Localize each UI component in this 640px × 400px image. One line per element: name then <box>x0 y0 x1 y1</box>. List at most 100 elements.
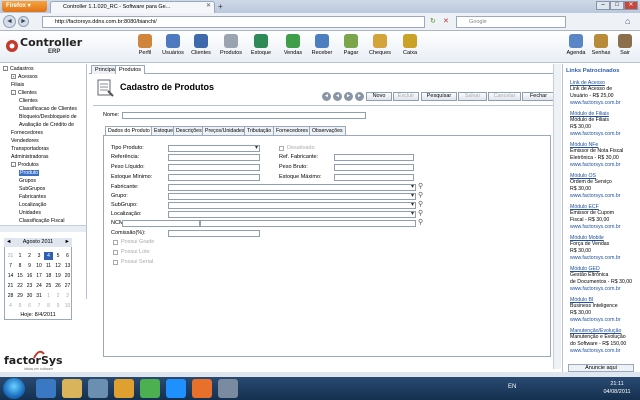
minimize-window-icon[interactable]: – <box>596 1 610 10</box>
calendar-day[interactable]: 11 <box>44 262 53 270</box>
calendar-day[interactable]: 24 <box>35 282 44 290</box>
home-icon[interactable]: ⌂ <box>625 16 630 26</box>
subgrupo-select[interactable] <box>168 201 416 209</box>
ad-url-link[interactable]: www.factorsys.com.br <box>570 162 620 168</box>
calendar-prev-icon[interactable]: ◄ <box>6 238 11 247</box>
toolbar-receber[interactable]: Receber <box>308 34 336 62</box>
fabricante-search-icon[interactable]: ⚲ <box>418 182 423 190</box>
toolbar-pagar[interactable]: Pagar <box>337 34 365 62</box>
calendar-day[interactable]: 10 <box>35 262 44 270</box>
close-tab-icon[interactable]: ✕ <box>206 2 211 9</box>
tab-observacoes[interactable]: Observações <box>309 126 346 135</box>
calendar-day[interactable]: 25 <box>44 282 53 290</box>
salvar-button[interactable]: Salvar <box>458 92 487 101</box>
calendar-day[interactable]: 15 <box>16 272 25 280</box>
tree-item[interactable]: Classificacao de Clientes <box>19 106 77 112</box>
localizacao-select[interactable] <box>168 210 416 218</box>
tab-descricoes[interactable]: Descrições <box>173 126 205 135</box>
tree-item[interactable]: Administradoras <box>11 154 48 160</box>
tree-item[interactable]: Unidades <box>19 210 41 216</box>
estoque-minimo-input[interactable] <box>168 174 260 181</box>
toolbar-caixa[interactable]: Caixa <box>396 34 424 62</box>
calendar-today[interactable]: Hoje: 8/4/2011 <box>4 312 72 318</box>
calendar-day[interactable]: 17 <box>35 272 44 280</box>
calendar-day[interactable]: 2 <box>25 252 34 260</box>
localizacao-search-icon[interactable]: ⚲ <box>418 209 423 217</box>
tree-item[interactable]: Localização <box>19 202 46 208</box>
calendar-day[interactable]: 10 <box>63 302 72 310</box>
calendar-day[interactable]: 7 <box>35 302 44 310</box>
ncm-search-icon[interactable]: ⚲ <box>418 218 423 226</box>
explorer-taskbar-icon[interactable] <box>62 379 82 398</box>
last-record-icon[interactable]: ► <box>355 92 364 101</box>
ad-url-link[interactable]: www.factorsys.com.br <box>570 193 620 199</box>
cancelar-button[interactable]: Cancelar <box>488 92 521 101</box>
anuncie-aqui-button[interactable]: Anuncie aqui <box>568 364 634 372</box>
tree-item[interactable]: Avaliação de Crédito de <box>19 122 74 128</box>
toolbar-clientes[interactable]: Clientes <box>187 34 215 62</box>
tree-item[interactable]: - Cadastros <box>3 66 34 72</box>
maximize-window-icon[interactable]: □ <box>610 1 624 10</box>
tab-precos-unidades[interactable]: Preços/Unidades <box>202 126 248 135</box>
tree-item[interactable]: - Clientes <box>11 90 37 96</box>
ref-fabricante-input[interactable] <box>334 154 414 161</box>
stop-icon[interactable]: ✕ <box>443 17 449 25</box>
browser-tab[interactable]: Controller 1.1.020_RC - Software para Ge… <box>50 1 215 13</box>
peso-liquido-input[interactable] <box>168 164 260 171</box>
calendar-day[interactable]: 19 <box>54 272 63 280</box>
tree-item[interactable]: Produto <box>19 170 40 176</box>
ad-url-link[interactable]: www.factorsys.com.br <box>570 224 620 230</box>
collapse-icon[interactable]: - <box>11 162 16 168</box>
referencia-input[interactable] <box>168 154 260 161</box>
calendar-day[interactable]: 26 <box>54 282 63 290</box>
calendar-day[interactable]: 5 <box>16 302 25 310</box>
toolbar-cheques[interactable]: Cheques <box>366 34 394 62</box>
app-taskbar-icon[interactable] <box>140 379 160 398</box>
nome-input[interactable] <box>122 112 366 119</box>
tree-item[interactable]: - Produtos <box>11 162 39 168</box>
start-button-icon[interactable] <box>3 378 25 399</box>
tipo-produto-select[interactable] <box>168 144 260 152</box>
collapse-icon[interactable]: - <box>3 66 8 72</box>
tree-item[interactable]: Clientes <box>19 98 38 104</box>
calendar-day[interactable]: 12 <box>54 262 63 270</box>
new-tab-icon[interactable]: + <box>218 2 223 11</box>
reload-icon[interactable]: ↻ <box>430 17 436 25</box>
calendar-day[interactable]: 31 <box>35 292 44 300</box>
ie-taskbar-icon[interactable] <box>36 379 56 398</box>
close-window-icon[interactable]: ✕ <box>624 1 638 10</box>
grupo-search-icon[interactable]: ⚲ <box>418 191 423 199</box>
tree-item[interactable]: Bloqueio/Desbloqueio de <box>19 114 77 120</box>
firefox-menu-button[interactable]: Firefox ▾ <box>2 1 47 12</box>
peso-bruto-input[interactable] <box>334 164 414 171</box>
media-taskbar-icon[interactable] <box>88 379 108 398</box>
calendar-day[interactable]: 8 <box>44 302 53 310</box>
comissao-input[interactable] <box>168 230 260 237</box>
mail-taskbar-icon[interactable] <box>114 379 134 398</box>
toolbar-produtos[interactable]: Produtos <box>217 34 245 62</box>
fabricante-select[interactable] <box>168 183 416 191</box>
tree-item[interactable]: Vendedores <box>11 138 39 144</box>
calendar-day[interactable]: 13 <box>63 262 72 270</box>
tab-tributacao[interactable]: Tributação <box>244 126 275 135</box>
calendar-day[interactable]: 3 <box>63 292 72 300</box>
expand-icon[interactable]: + <box>11 74 16 80</box>
toolbar-sair[interactable]: Sair <box>611 34 639 62</box>
tree-item[interactable]: + Acessos <box>11 74 38 80</box>
toolbar-perfil[interactable]: Perfil <box>131 34 159 62</box>
firefox-taskbar-icon[interactable] <box>192 379 212 398</box>
calendar-day[interactable]: 8 <box>16 262 25 270</box>
main-vertical-scrollbar[interactable] <box>553 64 561 369</box>
tree-item[interactable]: Grupos <box>19 178 36 184</box>
calendar-day[interactable]: 9 <box>25 262 34 270</box>
tree-horizontal-scrollbar[interactable] <box>0 225 86 232</box>
novo-button[interactable]: Novo <box>366 92 392 101</box>
possui-lote-checkbox[interactable] <box>113 250 118 255</box>
calendar-day[interactable]: 1 <box>44 292 53 300</box>
calendar-day[interactable]: 27 <box>63 282 72 290</box>
excluir-button[interactable]: Excluir <box>393 92 419 101</box>
tree-item[interactable]: Classificação Fiscal <box>19 218 65 224</box>
estoque-maximo-input[interactable] <box>334 174 414 181</box>
url-field[interactable]: http://factorsys.ddns.com.br:8080/bianch… <box>42 16 425 28</box>
taskbar-clock[interactable]: 21:11 04/08/2011 <box>596 380 638 396</box>
